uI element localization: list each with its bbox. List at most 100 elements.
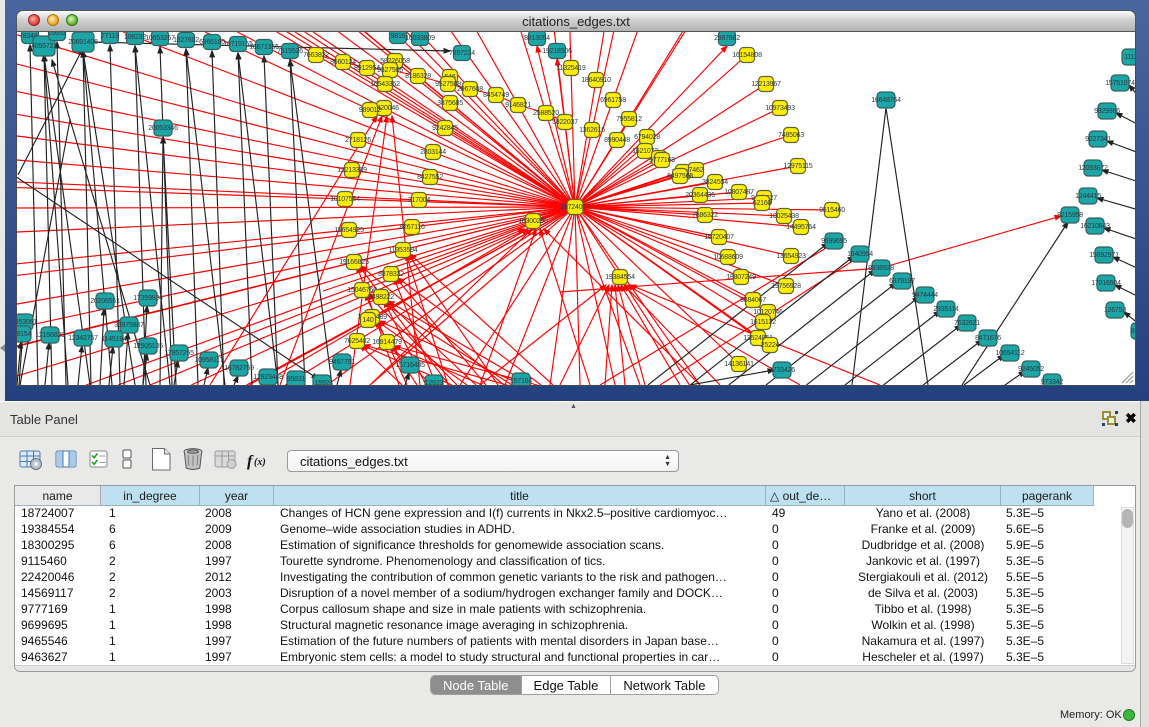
svg-text:9457791: 9457791	[329, 359, 355, 366]
svg-text:14495764: 14495764	[786, 224, 816, 231]
svg-text:17359924: 17359924	[133, 295, 163, 302]
svg-text:7955812: 7955812	[616, 116, 642, 123]
svg-text:106232: 106232	[124, 34, 146, 41]
svg-text:19166825: 19166825	[339, 259, 369, 266]
svg-text:2588520: 2588520	[533, 110, 559, 117]
svg-text:10107554: 10107554	[330, 196, 360, 203]
svg-text:17957255: 17957255	[164, 350, 194, 357]
svg-text:16154808: 16154808	[732, 52, 762, 59]
svg-text:7515526: 7515526	[277, 48, 303, 55]
svg-text:10654112: 10654112	[995, 350, 1024, 357]
svg-text:12342757: 12342757	[68, 335, 98, 342]
svg-text:19218506: 19218506	[542, 48, 572, 55]
svg-text:1362615: 1362615	[579, 127, 605, 134]
svg-text:8471676: 8471676	[975, 335, 1001, 342]
svg-text:2803144: 2803144	[420, 149, 446, 156]
svg-text:18724007: 18724007	[560, 204, 590, 211]
svg-text:1733426: 1733426	[769, 367, 795, 374]
svg-text:15720407: 15720407	[704, 234, 734, 241]
svg-text:1615132: 1615132	[750, 319, 776, 326]
svg-text:12093872: 12093872	[1078, 165, 1108, 172]
svg-text:6961758: 6961758	[600, 97, 626, 104]
svg-text:1112: 1112	[1124, 54, 1136, 61]
svg-text:2987682: 2987682	[714, 35, 740, 42]
svg-text:6379197: 6379197	[889, 278, 915, 285]
svg-text:15692971: 15692971	[1089, 252, 1119, 259]
svg-text:7485063: 7485063	[778, 132, 804, 139]
svg-text:20053346: 20053346	[148, 125, 178, 132]
svg-text:77119: 77119	[101, 33, 119, 40]
svg-text:126753: 126753	[1104, 307, 1126, 314]
svg-text:9327506: 9327506	[377, 67, 403, 74]
svg-text:7857224: 7857224	[449, 50, 475, 57]
svg-text:18640910: 18640910	[581, 77, 611, 84]
svg-text:2718126: 2718126	[345, 137, 371, 144]
svg-text:8186328: 8186328	[405, 73, 431, 80]
svg-text:12975115: 12975115	[783, 163, 812, 170]
svg-text:9515460: 9515460	[819, 207, 845, 214]
svg-text:8427552: 8427552	[417, 174, 443, 181]
svg-text:317004: 317004	[408, 197, 430, 204]
svg-text:7632621: 7632621	[954, 320, 980, 327]
svg-text:10807487: 10807487	[724, 189, 754, 196]
svg-text:12156829: 12156829	[35, 332, 65, 339]
svg-text:16671355: 16671355	[249, 44, 279, 51]
svg-text:18300295: 18300295	[518, 218, 548, 225]
svg-text:4853061: 4853061	[17, 319, 37, 326]
svg-text:1527602: 1527602	[173, 37, 199, 44]
svg-text:15046766: 15046766	[347, 287, 377, 294]
svg-text:10973493: 10973493	[765, 105, 795, 112]
svg-text:20364436: 20364436	[685, 192, 715, 199]
svg-text:8267110: 8267110	[399, 224, 425, 231]
svg-text:5498222: 5498222	[368, 294, 394, 301]
svg-text:19384554: 19384554	[605, 274, 635, 281]
svg-text:8215958: 8215958	[1057, 212, 1083, 219]
svg-text:9146821: 9146821	[505, 102, 531, 109]
svg-text:25224: 25224	[761, 342, 780, 349]
svg-text:8938928: 8938928	[868, 265, 894, 272]
svg-text:8990448: 8990448	[604, 137, 630, 144]
svg-text:15751074: 15751074	[1105, 80, 1135, 87]
svg-text:16210643: 16210643	[1080, 223, 1110, 230]
svg-text:9474444: 9474444	[912, 292, 938, 299]
svg-text:9329966: 9329966	[1094, 108, 1120, 115]
svg-text:9245052: 9245052	[1018, 366, 1044, 373]
svg-text:20206551: 20206551	[90, 298, 120, 305]
svg-text:8878332: 8878332	[378, 271, 404, 278]
svg-text:16543362: 16543362	[370, 81, 400, 88]
svg-text:6794028: 6794028	[634, 134, 660, 141]
svg-text:12213967: 12213967	[751, 81, 781, 88]
svg-text:(x): (x)	[254, 457, 266, 468]
svg-text:62160: 62160	[753, 200, 772, 207]
svg-text:9699695: 9699695	[821, 238, 847, 245]
svg-text:8813054: 8813054	[524, 35, 550, 42]
svg-text:9884067: 9884067	[740, 297, 766, 304]
svg-text:12923: 12923	[425, 380, 444, 385]
svg-text:12213389: 12213389	[337, 167, 367, 174]
svg-text:8660124: 8660124	[330, 59, 356, 66]
svg-text:6497568: 6497568	[667, 173, 693, 180]
svg-text:17016504: 17016504	[1091, 280, 1121, 287]
svg-text:7663822: 7663822	[303, 52, 329, 59]
svg-text:16914479: 16914479	[372, 339, 402, 346]
svg-text:1244415: 1244415	[1075, 193, 1101, 200]
svg-text:7625402: 7625402	[344, 338, 370, 345]
svg-text:12923448: 12923448	[253, 374, 283, 381]
svg-text:2967608: 2967608	[457, 86, 483, 93]
svg-text:9242845: 9242845	[432, 125, 458, 132]
svg-text:6966160: 6966160	[199, 39, 225, 46]
svg-text:10688609: 10688609	[713, 254, 743, 261]
svg-text:5822037: 5822037	[552, 119, 578, 126]
svg-text:1145194: 1145194	[101, 336, 127, 343]
svg-text:10958117: 10958117	[194, 357, 223, 364]
svg-text:3824554: 3824554	[702, 179, 728, 186]
svg-text:7886322: 7886322	[692, 212, 718, 219]
svg-text:19756928: 19756928	[771, 283, 801, 290]
svg-text:33975887: 33975887	[114, 322, 144, 329]
svg-text:140: 140	[362, 317, 373, 324]
svg-text:14136141: 14136141	[724, 361, 754, 368]
svg-text:973342: 973342	[1041, 379, 1063, 385]
svg-text:16033809: 16033809	[405, 35, 435, 42]
svg-text:10653267: 10653267	[145, 35, 175, 42]
svg-text:95831: 95831	[287, 376, 306, 383]
